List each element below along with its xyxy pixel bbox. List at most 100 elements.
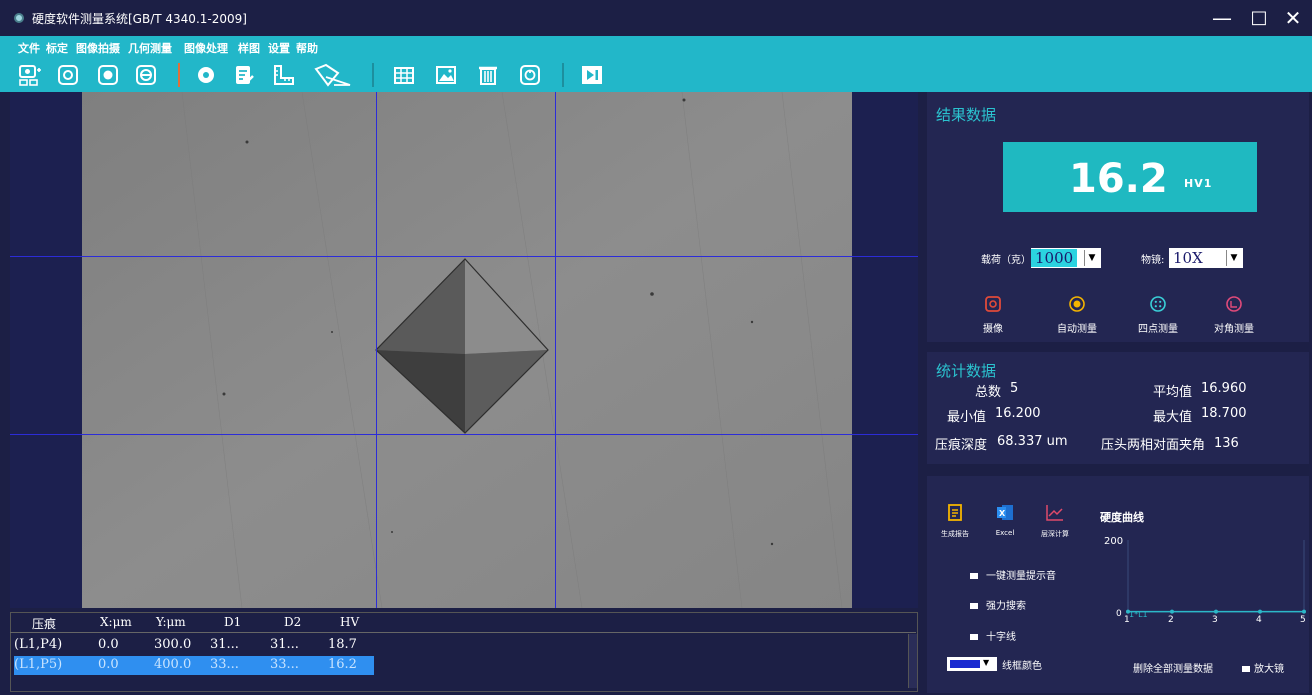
reset-icon[interactable]: [518, 63, 542, 87]
four-point-measure-button[interactable]: 四点测量: [1128, 296, 1188, 340]
crosshair-option[interactable]: 十字线: [970, 628, 1016, 643]
maximum-label: 最大值: [1153, 410, 1193, 425]
magnifier-label: 放大镜: [1254, 664, 1284, 675]
diagonal-measure-label: 对角测量: [1214, 324, 1254, 335]
cell-y: 300.0: [154, 637, 192, 652]
strong-search-label: 强力搜索: [986, 601, 1026, 612]
cell-hv: 18.7: [328, 637, 357, 652]
image-icon[interactable]: [434, 63, 458, 87]
camera-settings-icon[interactable]: [18, 63, 42, 87]
play-icon[interactable]: [580, 63, 604, 87]
close-button[interactable]: ✕: [1278, 4, 1308, 32]
objective-value: 10X: [1173, 249, 1203, 267]
chevron-down-icon: ▼: [1084, 250, 1099, 266]
hardness-unit: HV1: [1184, 177, 1213, 190]
menu-file[interactable]: 文件: [18, 40, 40, 56]
x-tick-label: 1*L1: [1129, 610, 1148, 619]
column-header-hv[interactable]: HV: [340, 615, 359, 631]
checkbox-icon: [970, 603, 978, 609]
generate-report-label: 生成报告: [941, 530, 969, 538]
cell-x: 0.0: [98, 637, 119, 652]
load-value: 1000: [1031, 249, 1078, 267]
delete-icon[interactable]: [476, 63, 500, 87]
excel-export-button[interactable]: X Excel: [982, 504, 1028, 537]
menu-image-processing[interactable]: 图像处理: [184, 40, 228, 56]
objective-select[interactable]: 10X ▼: [1169, 248, 1243, 268]
camera-mode-button[interactable]: 摄像: [963, 296, 1023, 340]
image-viewer[interactable]: [10, 91, 918, 609]
beep-option-label: 一键测量提示音: [986, 571, 1056, 582]
diagonal-measure-button[interactable]: 对角测量: [1204, 296, 1264, 340]
capture-icon[interactable]: [134, 63, 158, 87]
minimum-value: 16.200: [995, 406, 1041, 421]
specimen-image: [82, 91, 852, 609]
column-header-y[interactable]: Y:μm: [156, 615, 186, 631]
menu-help[interactable]: 帮助: [296, 40, 318, 56]
camera-mode-label: 摄像: [983, 324, 1003, 335]
camera-icon: [985, 296, 1001, 312]
camera-icon[interactable]: [56, 63, 80, 87]
data-point: [1302, 609, 1306, 614]
minimize-button[interactable]: —: [1207, 4, 1237, 32]
crosshair-line-left[interactable]: [376, 92, 377, 608]
table-row-selected[interactable]: (L1,P5) 0.0 400.0 33... 33... 16.2: [14, 656, 374, 675]
cell-d1: 31...: [210, 637, 239, 652]
beep-option[interactable]: 一键测量提示音: [970, 567, 1056, 582]
average-value: 16.960: [1201, 381, 1247, 396]
crosshair-line-bottom[interactable]: [10, 434, 918, 435]
menu-sample[interactable]: 样图: [238, 40, 260, 56]
column-header-x[interactable]: X:μm: [100, 615, 132, 631]
menu-settings[interactable]: 设置: [268, 40, 290, 56]
app-icon: [14, 13, 24, 23]
toolbar-separator: [178, 63, 180, 87]
minimum-label: 最小值: [947, 410, 987, 425]
statistics-title: 统计数据: [936, 362, 997, 380]
x-tick-label: 3: [1212, 615, 1218, 625]
crosshair-line-right[interactable]: [555, 92, 556, 608]
marker-icon[interactable]: [194, 63, 218, 87]
auto-measure-button[interactable]: 自动测量: [1047, 296, 1107, 340]
menu-geometry[interactable]: 几何测量: [128, 40, 172, 56]
magnifier-option[interactable]: 放大镜: [1242, 660, 1284, 675]
column-header-indent[interactable]: 压痕: [32, 615, 56, 631]
auto-measure-icon: [1069, 296, 1085, 312]
cell-d2: 31...: [270, 637, 299, 652]
generate-report-button[interactable]: 生成报告: [932, 504, 978, 539]
table-scrollbar[interactable]: [908, 634, 917, 688]
measure-shape-icon[interactable]: [312, 63, 352, 87]
load-select[interactable]: 1000 ▼: [1031, 248, 1101, 268]
strong-search-option[interactable]: 强力搜索: [970, 597, 1026, 612]
note-edit-icon[interactable]: [232, 63, 256, 87]
checkbox-icon: [970, 573, 978, 579]
layer-depth-button[interactable]: 层深计算: [1032, 504, 1078, 539]
hardness-display: 16.2 HV1: [1003, 142, 1257, 212]
table-row[interactable]: (L1,P4) 0.0 300.0 31... 31... 18.7: [14, 636, 357, 655]
hardness-curve-chart: 200 0 1*L11 2 3 4 5: [1104, 536, 1306, 625]
x-tick-label: 2: [1168, 615, 1174, 625]
cell-d2: 33...: [270, 657, 299, 672]
results-title: 结果数据: [936, 106, 997, 124]
column-header-d2[interactable]: D2: [284, 615, 301, 631]
cell-y: 400.0: [154, 657, 192, 672]
depth-label: 压痕深度: [935, 438, 988, 453]
x-tick-label: 5: [1300, 615, 1306, 625]
menu-image-capture[interactable]: 图像拍摄: [76, 40, 120, 56]
table-header: 压痕 X:μm Y:μm D1 D2 HV: [10, 612, 916, 633]
column-header-d1[interactable]: D1: [224, 615, 241, 631]
cell-x: 0.0: [98, 657, 119, 672]
table-icon[interactable]: [392, 63, 416, 87]
menu-bar: 文件 标定 图像拍摄 几何测量 图像处理 样图 设置 帮助: [0, 36, 1312, 58]
delete-all-button[interactable]: 删除全部测量数据: [1133, 660, 1213, 675]
record-icon[interactable]: [96, 63, 120, 87]
maximum-value: 18.700: [1201, 406, 1247, 421]
data-point: [1258, 609, 1262, 614]
ruler-icon[interactable]: [272, 63, 296, 87]
maximize-button[interactable]: □: [1244, 4, 1274, 32]
frame-color-select[interactable]: ▼: [947, 657, 997, 671]
cell-hv: 16.2: [328, 657, 357, 672]
objective-label: 物镜:: [1141, 255, 1165, 266]
crosshair-option-label: 十字线: [986, 632, 1016, 643]
crosshair-line-top[interactable]: [10, 256, 918, 257]
excel-export-label: Excel: [995, 529, 1015, 537]
menu-calibrate[interactable]: 标定: [46, 40, 68, 56]
